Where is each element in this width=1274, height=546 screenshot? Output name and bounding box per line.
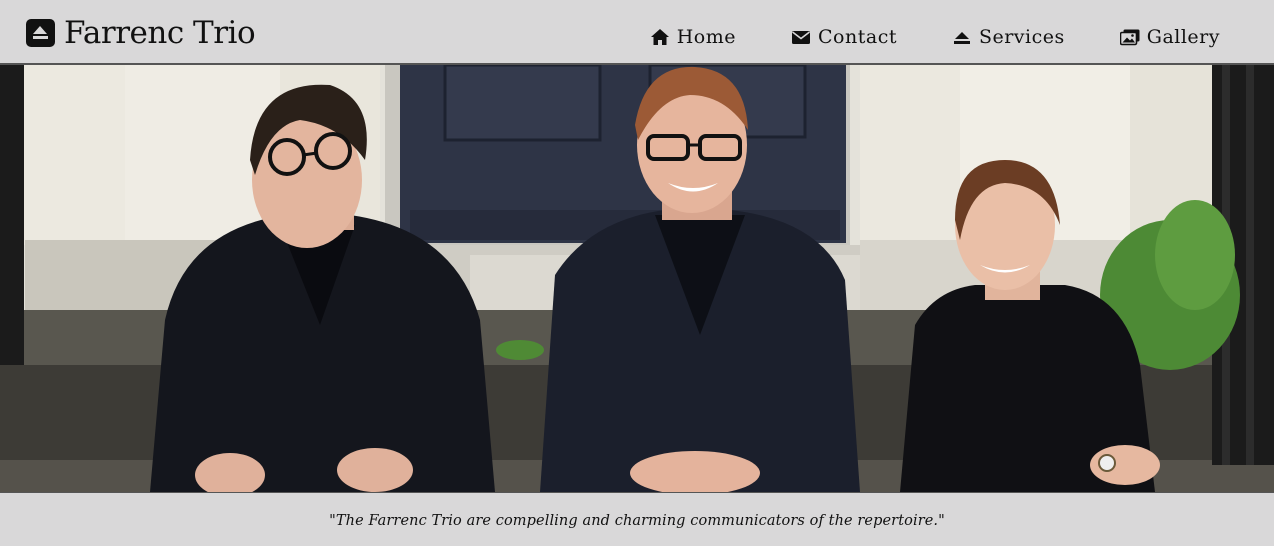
testimonial-quote: "The Farrenc Trio are compelling and cha… <box>329 513 945 529</box>
nav-item-label: Services <box>978 26 1065 48</box>
quote-strip: "The Farrenc Trio are compelling and cha… <box>0 492 1274 546</box>
nav-item-label: Gallery <box>1146 26 1220 48</box>
trio-photo <box>0 65 1274 492</box>
nav-item-home[interactable]: Home <box>650 26 736 48</box>
images-icon <box>1119 29 1140 46</box>
navbar: Farrenc Trio Home Contact Services Galle… <box>0 0 1274 65</box>
brand-link[interactable]: Farrenc Trio <box>26 14 256 52</box>
brand-name: Farrenc Trio <box>64 15 256 51</box>
hero-image <box>0 65 1274 492</box>
nav-item-gallery[interactable]: Gallery <box>1119 26 1220 48</box>
eject-square-icon <box>26 19 55 47</box>
nav-item-contact[interactable]: Contact <box>791 26 897 48</box>
home-icon <box>650 29 669 45</box>
nav-item-label: Contact <box>818 26 897 48</box>
main-nav: Home Contact Services Gallery <box>650 26 1220 48</box>
nav-item-services[interactable]: Services <box>952 26 1065 48</box>
nav-item-label: Home <box>676 26 737 48</box>
eject-icon <box>953 32 970 44</box>
envelope-icon <box>792 31 811 44</box>
